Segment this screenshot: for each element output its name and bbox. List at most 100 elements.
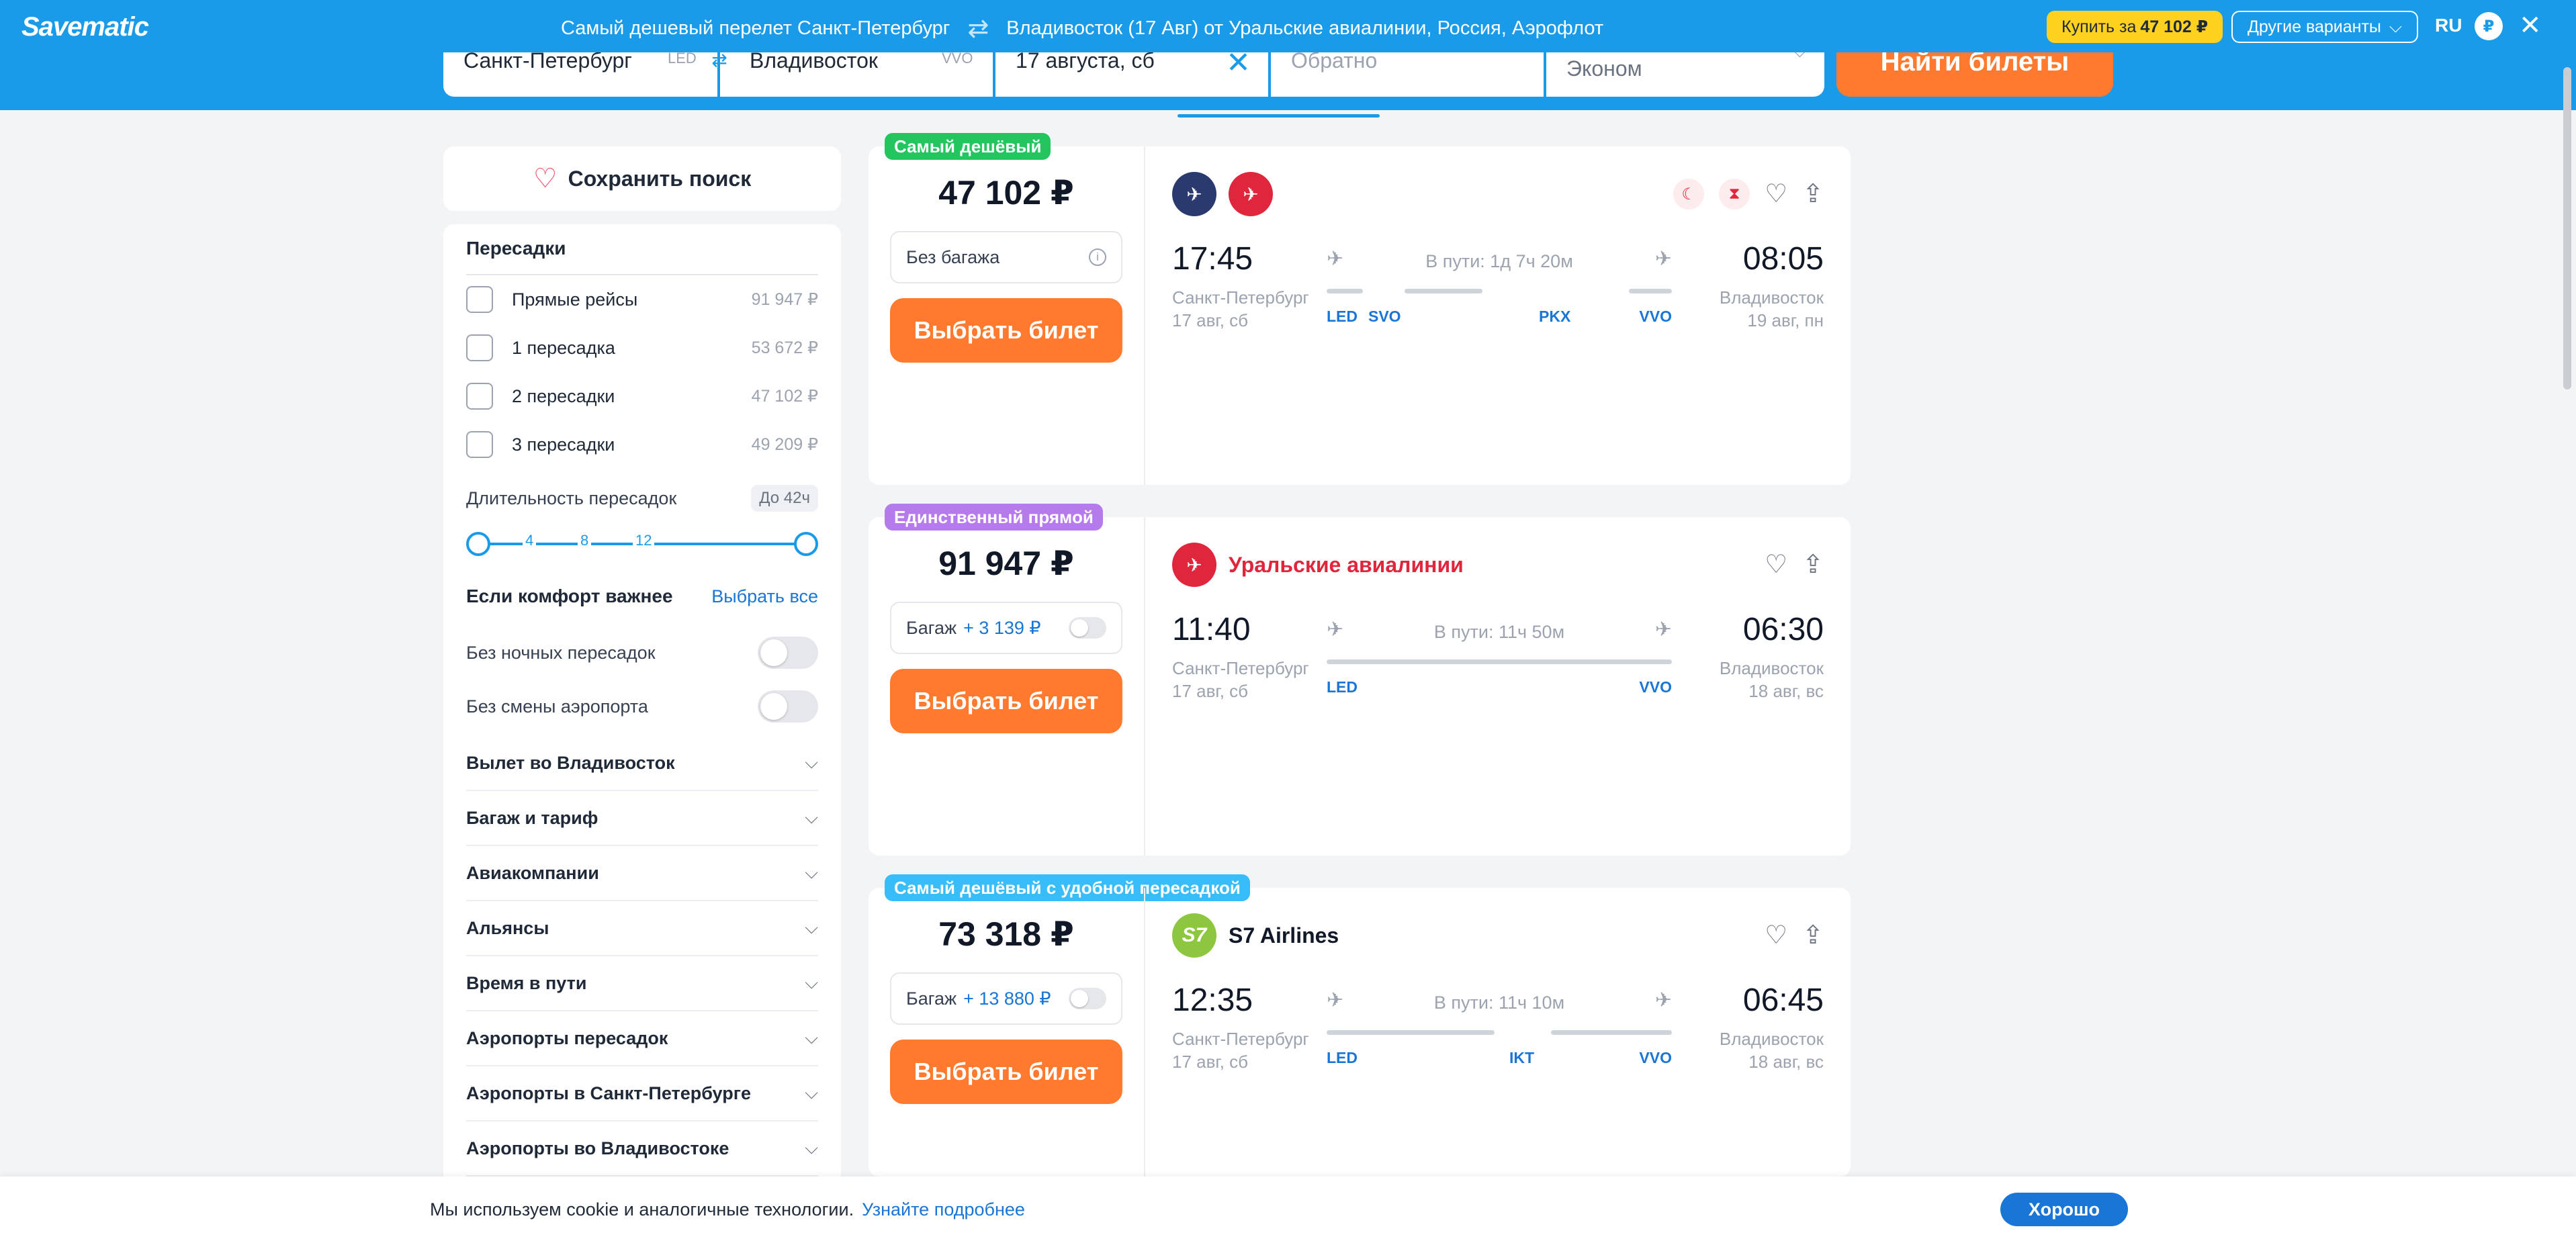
transfer-option-3[interactable]: 3 пересадки 49 209 ₽ [466, 430, 818, 459]
airline-logos: ✈ ✈ [1172, 172, 1273, 216]
heart-icon[interactable]: ♡ [1765, 549, 1787, 580]
aeroflot-logo-icon: ✈ [1172, 172, 1216, 216]
transfer-option-1[interactable]: 1 пересадка 53 672 ₽ [466, 333, 818, 363]
chevron-down-icon: ⌵ [805, 1027, 818, 1048]
clear-date-icon[interactable]: ✕ [1226, 52, 1251, 80]
baggage-option[interactable]: Багаж + 3 139 ₽ [890, 602, 1122, 654]
cookie-learn-more-link[interactable]: Узнайте подробнее [862, 1199, 1025, 1220]
no-night-transfers-toggle[interactable] [758, 637, 818, 669]
heart-icon[interactable]: ♡ [1765, 179, 1787, 210]
ural-airlines-logo-icon: ✈ [1229, 172, 1273, 216]
share-icon[interactable]: ⇪ [1802, 179, 1824, 210]
transfer-duration-label: Длительность пересадок [466, 488, 677, 508]
airport-code: SVO [1368, 308, 1401, 325]
no-airport-change-toggle[interactable] [758, 690, 818, 723]
baggage-option[interactable]: Багаж + 13 880 ₽ [890, 972, 1122, 1025]
arrival-city: Владивосток [1719, 287, 1824, 308]
transfer-option-label: 1 пересадка [512, 337, 615, 358]
currency-selector[interactable]: ₽ [2475, 12, 2503, 40]
chevron-down-icon: ⌵ [805, 917, 818, 937]
slider-handle-max[interactable] [794, 532, 818, 556]
buy-price: 47 102 ₽ [2140, 17, 2209, 36]
baggage-toggle[interactable] [1069, 617, 1106, 639]
arrival-time: 08:05 [1742, 241, 1824, 277]
accordion-label: Время в пути [466, 972, 587, 993]
ticket-actions: ☾ ⧗ ♡ ⇪ [1673, 179, 1824, 210]
accordion-airlines[interactable]: Авиакомпании ⌵ [466, 846, 818, 901]
travel-duration: В пути: 1д 7ч 20м [1425, 251, 1573, 271]
other-options-button[interactable]: Другие варианты ⌵ [2231, 11, 2418, 43]
departure-time: 17:45 [1172, 241, 1253, 277]
route-segment [1327, 289, 1363, 293]
airport-code: PKX [1539, 308, 1571, 325]
share-icon[interactable]: ⇪ [1802, 920, 1824, 951]
airline-logos: ✈ Уральские авиалинии [1172, 543, 1464, 587]
arrival-date: 18 авг, вс [1748, 681, 1824, 701]
heart-icon[interactable]: ♡ [1765, 920, 1787, 951]
language-selector[interactable]: RU [2435, 15, 2462, 36]
accordion-alliances[interactable]: Альянсы ⌵ [466, 901, 818, 956]
transfer-duration-slider[interactable]: 4 8 12 [466, 529, 818, 559]
departure-time: 11:40 [1172, 612, 1251, 647]
baggage-label: Багаж [906, 617, 957, 638]
transfer-option-direct[interactable]: Прямые рейсы 91 947 ₽ [466, 285, 818, 314]
divider [466, 274, 818, 275]
save-search-button[interactable]: ♡ Сохранить поиск [443, 146, 841, 211]
airport-code: VVO [1639, 1049, 1672, 1066]
accordion-spb-airports[interactable]: Аэропорты в Санкт-Петербурге ⌵ [466, 1066, 818, 1121]
chevron-down-icon: ⌵ [2389, 17, 2402, 36]
ticket-card[interactable]: Единственный прямой 91 947 ₽ Багаж + 3 1… [869, 504, 1851, 856]
destination-field[interactable]: Владивосток VVO [720, 52, 993, 97]
accordion-departure-time[interactable]: Вылет во Владивосток ⌵ [466, 736, 818, 791]
cookie-ok-button[interactable]: Хорошо [2000, 1193, 2128, 1226]
checkbox[interactable] [466, 286, 493, 313]
plane-landing-icon: ✈ [1654, 618, 1672, 641]
find-tickets-button[interactable]: Найти билеты [1836, 47, 2113, 97]
choose-ticket-button[interactable]: Выбрать билет [890, 298, 1122, 363]
no-airport-change-label: Без смены аэропорта [466, 696, 648, 717]
info-icon[interactable]: i [1089, 248, 1106, 266]
s7-airlines-logo-icon: S7 [1172, 913, 1216, 958]
departure-date-field[interactable]: 17 августа, сб ✕ [995, 52, 1268, 97]
no-airport-change-row: Без смены аэропорта [466, 690, 818, 723]
checkbox[interactable] [466, 431, 493, 458]
return-date-field[interactable]: Обратно [1271, 52, 1544, 97]
savematic-logo[interactable]: Savematic [21, 12, 149, 42]
checkbox[interactable] [466, 334, 493, 361]
accordion-baggage[interactable]: Багаж и тариф ⌵ [466, 791, 818, 846]
transfer-option-label: 3 пересадки [512, 434, 615, 455]
class-selector[interactable]: Эконом ⌵ [1546, 52, 1824, 97]
share-icon[interactable]: ⇪ [1802, 549, 1824, 580]
checkbox[interactable] [466, 383, 493, 410]
ticket-price-pane: 73 318 ₽ Багаж + 13 880 ₽ Выбрать билет [869, 888, 1145, 1177]
accordion-vvo-airports[interactable]: Аэропорты во Владивостоке ⌵ [466, 1121, 818, 1177]
accordion-travel-time[interactable]: Время в пути ⌵ [466, 956, 818, 1011]
destination-city: Владивосток [750, 52, 878, 73]
chevron-down-icon: ⌵ [805, 752, 818, 772]
hourglass-icon: ⧗ [1719, 179, 1750, 210]
accordion-transfer-airports[interactable]: Аэропорты пересадок ⌵ [466, 1011, 818, 1066]
select-all-link[interactable]: Выбрать все [711, 586, 818, 607]
promo-text: Самый дешевый перелет Санкт-Петербург ⇄ … [561, 13, 1603, 44]
baggage-toggle[interactable] [1069, 988, 1106, 1009]
choose-ticket-button[interactable]: Выбрать билет [890, 669, 1122, 733]
buy-button[interactable]: Купить за 47 102 ₽ [2047, 11, 2223, 43]
promo-from: Самый дешевый перелет Санкт-Петербург [561, 17, 950, 39]
slider-handle-min[interactable] [466, 532, 490, 556]
ticket-card[interactable]: Самый дешёвый 47 102 ₽ Без багажа i Выбр… [869, 133, 1851, 485]
route-timeline: ✈ В пути: 11ч 10м ✈ LED IKT VVO [1327, 989, 1672, 1076]
page-scrollbar[interactable] [2563, 67, 2571, 389]
choose-ticket-button[interactable]: Выбрать билет [890, 1040, 1122, 1104]
transfer-duration-row: Длительность пересадок До 42ч [466, 485, 818, 512]
accordion-label: Багаж и тариф [466, 807, 598, 828]
other-options-label: Другие варианты [2248, 17, 2381, 36]
baggage-option[interactable]: Без багажа i [890, 231, 1122, 283]
airport-code: LED [1327, 308, 1358, 325]
ticket-card[interactable]: Самый дешёвый с удобной пересадкой 73 31… [869, 874, 1851, 1177]
departure-time: 12:35 [1172, 982, 1253, 1018]
airline-name: Уральские авиалинии [1229, 552, 1464, 577]
close-icon[interactable]: ✕ [2519, 11, 2542, 40]
origin-field[interactable]: Санкт-Петербург LED [443, 52, 717, 97]
departure-city: Санкт-Петербург [1172, 1029, 1309, 1049]
transfer-option-2[interactable]: 2 пересадки 47 102 ₽ [466, 381, 818, 411]
